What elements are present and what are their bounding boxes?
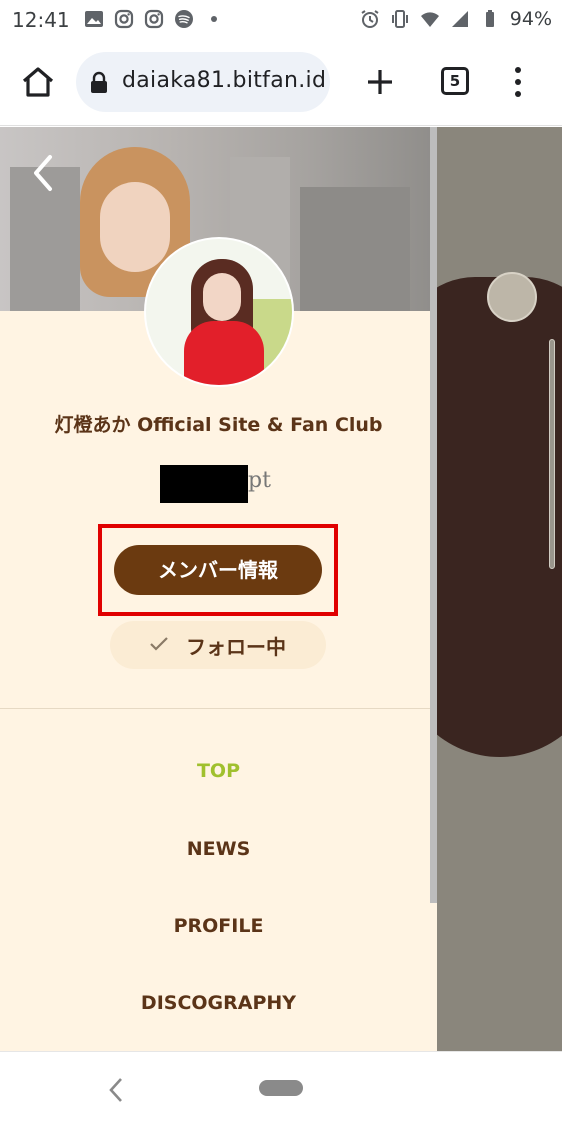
spotify-icon: [175, 10, 193, 28]
home-icon[interactable]: [20, 64, 56, 100]
lock-icon[interactable]: [90, 71, 108, 93]
status-bar: 12:41 94%: [0, 0, 562, 40]
side-drawer: 灯橙あか Official Site & Fan Club pt メンバー情報 …: [0, 127, 437, 1051]
following-label: フォロー中: [186, 635, 286, 659]
nav-item-top[interactable]: TOP: [0, 760, 437, 782]
divider: [0, 708, 437, 709]
vibrate-icon: [391, 10, 408, 28]
status-time: 12:41: [12, 8, 70, 32]
system-home-pill[interactable]: [259, 1080, 303, 1096]
site-title: 灯橙あか Official Site & Fan Club: [54, 414, 383, 436]
member-info-button[interactable]: メンバー情報: [114, 545, 322, 595]
instagram-icon: [114, 9, 134, 29]
system-icons: 94%: [360, 8, 552, 30]
profile-avatar: [144, 237, 294, 387]
points-display: pt: [160, 462, 320, 503]
points-unit: pt: [248, 468, 271, 493]
check-icon: [150, 637, 168, 651]
signal-icon: [451, 11, 468, 27]
instagram-icon: [144, 9, 164, 29]
browser-toolbar: daiaka81.bitfan.id 5: [0, 40, 562, 126]
nav-item-discography[interactable]: DISCOGRAPHY: [0, 992, 437, 1014]
overflow-menu-icon[interactable]: [508, 64, 528, 100]
alarm-icon: [361, 10, 379, 28]
nav-item-profile[interactable]: PROFILE: [0, 915, 437, 937]
battery-percent: 94%: [509, 8, 552, 30]
image-icon: [85, 11, 103, 27]
nav-item-news[interactable]: NEWS: [0, 838, 437, 860]
system-back-icon[interactable]: [108, 1076, 124, 1104]
wifi-icon: [420, 12, 439, 27]
system-navigation-bar: [0, 1051, 562, 1125]
avatar-body: [184, 321, 264, 385]
battery-icon: [485, 10, 494, 27]
cover-building: [300, 187, 410, 311]
back-chevron-icon[interactable]: [30, 153, 54, 193]
avatar-face: [203, 273, 241, 321]
new-tab-icon[interactable]: [364, 66, 396, 98]
page-scrollbar[interactable]: [549, 339, 555, 569]
tab-switcher-button[interactable]: 5: [441, 67, 469, 95]
screen: 12:41 94% daiaka81.bitfan.id 5 灯橙あか Offi…: [0, 0, 562, 1125]
following-button[interactable]: フォロー中: [110, 621, 326, 669]
more-notifications-dot-icon: [211, 16, 217, 22]
notification-icons: [84, 9, 224, 29]
cover-person-face: [100, 182, 170, 272]
background-avatar-button: [487, 272, 537, 322]
redacted-points-value: [160, 465, 248, 503]
address-bar[interactable]: daiaka81.bitfan.id: [76, 52, 330, 112]
drawer-scrollbar[interactable]: [430, 127, 437, 903]
url-text[interactable]: daiaka81.bitfan.id: [122, 68, 326, 93]
